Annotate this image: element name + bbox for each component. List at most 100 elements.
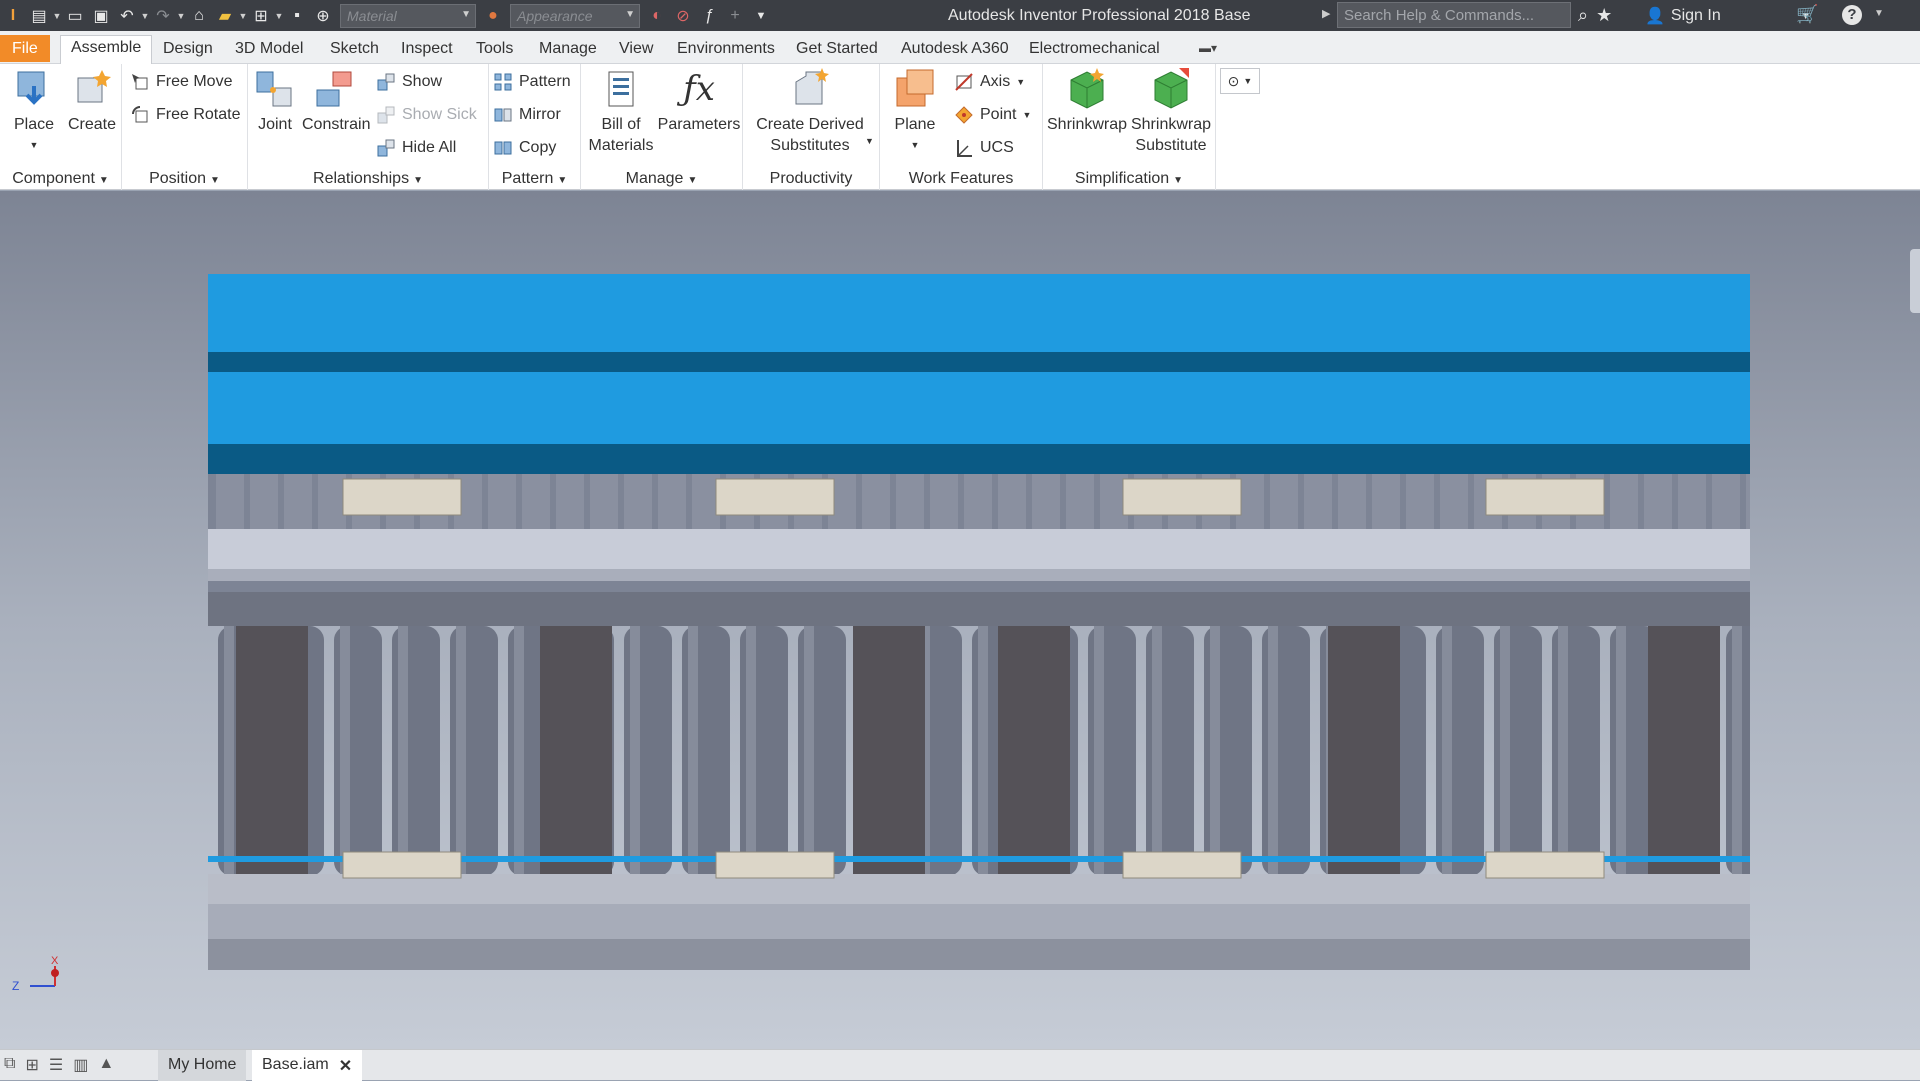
- tab-my-home[interactable]: My Home: [158, 1050, 247, 1081]
- sign-in-label: Sign In: [1670, 7, 1721, 24]
- bearing-block-lower: [1485, 851, 1605, 879]
- ucs-button[interactable]: UCS: [954, 135, 1014, 161]
- tab-view[interactable]: View: [609, 37, 663, 64]
- axis-button[interactable]: Axis ▼: [954, 69, 1025, 95]
- tab-tools[interactable]: Tools: [466, 37, 523, 64]
- toggle-icon[interactable]: ▪: [284, 4, 310, 28]
- help-icon[interactable]: ?: [1842, 5, 1862, 25]
- position-title: Position: [149, 170, 206, 187]
- free-rotate-button[interactable]: Free Rotate: [130, 102, 240, 128]
- tab-environments[interactable]: Environments: [667, 37, 785, 64]
- tab-sketch[interactable]: Sketch: [320, 37, 389, 64]
- globe-icon[interactable]: ⊕: [310, 4, 336, 28]
- joint-button[interactable]: Joint: [252, 68, 298, 135]
- joint-icon: [253, 68, 297, 110]
- panel-title-manage[interactable]: Manage ▼: [581, 170, 742, 188]
- shrinkwrap-button[interactable]: Shrinkwrap: [1047, 68, 1127, 135]
- select-icon[interactable]: ⊞: [248, 4, 274, 28]
- tab-autodesk-a360[interactable]: Autodesk A360: [891, 37, 1019, 64]
- place-label: Place: [13, 116, 55, 133]
- tab-get-started[interactable]: Get Started: [786, 37, 888, 64]
- chevron-down-icon[interactable]: ▼: [865, 136, 874, 146]
- panel-title-component[interactable]: Component ▼: [0, 170, 121, 188]
- panel-title-relationships[interactable]: Relationships ▼: [248, 170, 488, 188]
- undo-dropdown-icon[interactable]: ▼: [140, 11, 150, 21]
- place-button[interactable]: Place ▼: [10, 68, 58, 156]
- appearance-sphere-icon[interactable]: ●: [480, 4, 506, 28]
- hide-all-button[interactable]: Hide All: [376, 135, 456, 161]
- pattern-button[interactable]: Pattern: [493, 69, 571, 95]
- plane-button[interactable]: Plane ▼: [890, 68, 940, 156]
- vertical-tile-icon[interactable]: ▥: [73, 1055, 88, 1075]
- new-file-icon[interactable]: ▤: [26, 4, 52, 28]
- horizontal-tile-icon[interactable]: ☰: [49, 1055, 63, 1075]
- copy-button[interactable]: Copy: [493, 135, 556, 161]
- home-icon[interactable]: ⌂: [186, 4, 212, 28]
- create-derived-substitutes-button[interactable]: Create Derived Substitutes: [749, 68, 871, 156]
- undo-icon[interactable]: ↶: [114, 4, 140, 28]
- star-icon[interactable]: ★: [1596, 5, 1612, 26]
- new-dropdown-icon[interactable]: ▼: [52, 11, 62, 21]
- chevron-down-icon: ▼: [413, 175, 423, 186]
- sign-in-button[interactable]: 👤 Sign In ▼: [1645, 6, 1811, 26]
- adjust-icon[interactable]: ◐: [644, 4, 670, 28]
- bill-of-materials-button[interactable]: Bill of Materials: [585, 68, 657, 156]
- create-button[interactable]: Create: [66, 68, 118, 135]
- chevron-down-icon: ▼: [210, 175, 220, 186]
- assembly-model[interactable]: [208, 274, 1750, 970]
- tab-manage[interactable]: Manage: [529, 37, 607, 64]
- cart-icon[interactable]: 🛒: [1796, 4, 1818, 25]
- upper-roller: [624, 474, 652, 534]
- ribbon-options-icon[interactable]: ▬▾: [1199, 41, 1217, 55]
- tab-design[interactable]: Design: [153, 37, 223, 64]
- redo-icon[interactable]: ↷: [150, 4, 176, 28]
- mirror-button[interactable]: Mirror: [493, 102, 561, 128]
- open-folder-icon[interactable]: ▭: [62, 4, 88, 28]
- clear-icon[interactable]: ⊘: [670, 4, 696, 28]
- show-button[interactable]: Show: [376, 69, 442, 95]
- cascade-icon[interactable]: ⧉: [4, 1055, 15, 1075]
- appearance-combo[interactable]: Appearance ▼: [510, 3, 640, 28]
- search-input[interactable]: Search Help & Commands...: [1337, 2, 1571, 28]
- material-combo[interactable]: Material ▼: [340, 3, 476, 28]
- constrain-button[interactable]: Constrain: [302, 68, 370, 135]
- panel-title-pattern[interactable]: Pattern ▼: [489, 170, 580, 188]
- tab-base-iam[interactable]: Base.iam ✕: [252, 1050, 363, 1081]
- close-icon[interactable]: ✕: [339, 1056, 352, 1075]
- app-logo-icon[interactable]: I: [0, 4, 26, 28]
- chevron-down-icon: ▼: [1173, 175, 1184, 186]
- tab-3d-model[interactable]: 3D Model: [225, 37, 313, 64]
- bom-label-line2: Materials: [588, 137, 654, 154]
- roller-highlight: [746, 626, 756, 876]
- binoculars-icon[interactable]: ⌕: [1578, 5, 1588, 26]
- save-icon[interactable]: ▣: [88, 4, 114, 28]
- tab-list-icon[interactable]: ▲: [98, 1055, 114, 1075]
- customize-qat-icon[interactable]: ▼: [748, 4, 774, 28]
- parameters-button[interactable]: ƒx Parameters: [657, 68, 741, 135]
- project-dropdown-icon[interactable]: ▼: [238, 11, 248, 21]
- fx-icon[interactable]: ƒ: [696, 4, 722, 28]
- show-sick-button[interactable]: Show Sick: [376, 102, 477, 128]
- help-dropdown-icon[interactable]: ▼: [1874, 8, 1884, 19]
- panel-title-position[interactable]: Position ▼: [122, 170, 247, 188]
- expand-arrow-icon[interactable]: ▶: [1322, 7, 1330, 20]
- tab-assemble[interactable]: Assemble: [60, 35, 153, 65]
- tab-file[interactable]: File: [0, 35, 50, 62]
- graphics-window[interactable]: Z X: [0, 191, 1920, 1049]
- tab-inspect[interactable]: Inspect: [391, 37, 463, 64]
- extra-panel-button[interactable]: ⊙ ▼: [1220, 68, 1260, 94]
- project-icon[interactable]: ▰: [212, 4, 238, 28]
- select-dropdown-icon[interactable]: ▼: [274, 11, 284, 21]
- free-move-button[interactable]: Free Move: [130, 69, 232, 95]
- tile-icon[interactable]: ⊞: [25, 1055, 38, 1075]
- bom-label-line1: Bill of: [601, 116, 641, 133]
- redo-dropdown-icon[interactable]: ▼: [176, 11, 186, 21]
- panel-title-simplification[interactable]: Simplification ▼: [1043, 170, 1215, 188]
- tab-electromechanical[interactable]: Electromechanical: [1019, 37, 1170, 64]
- upper-roller: [1270, 474, 1298, 534]
- viewcube[interactable]: [1910, 249, 1920, 313]
- shrinkwrap-substitute-button[interactable]: Shrinkwrap Substitute: [1129, 68, 1213, 156]
- plus-icon[interactable]: +: [722, 4, 748, 28]
- point-button[interactable]: Point ▼: [954, 102, 1031, 128]
- panel-title-productivity: Productivity: [769, 170, 853, 187]
